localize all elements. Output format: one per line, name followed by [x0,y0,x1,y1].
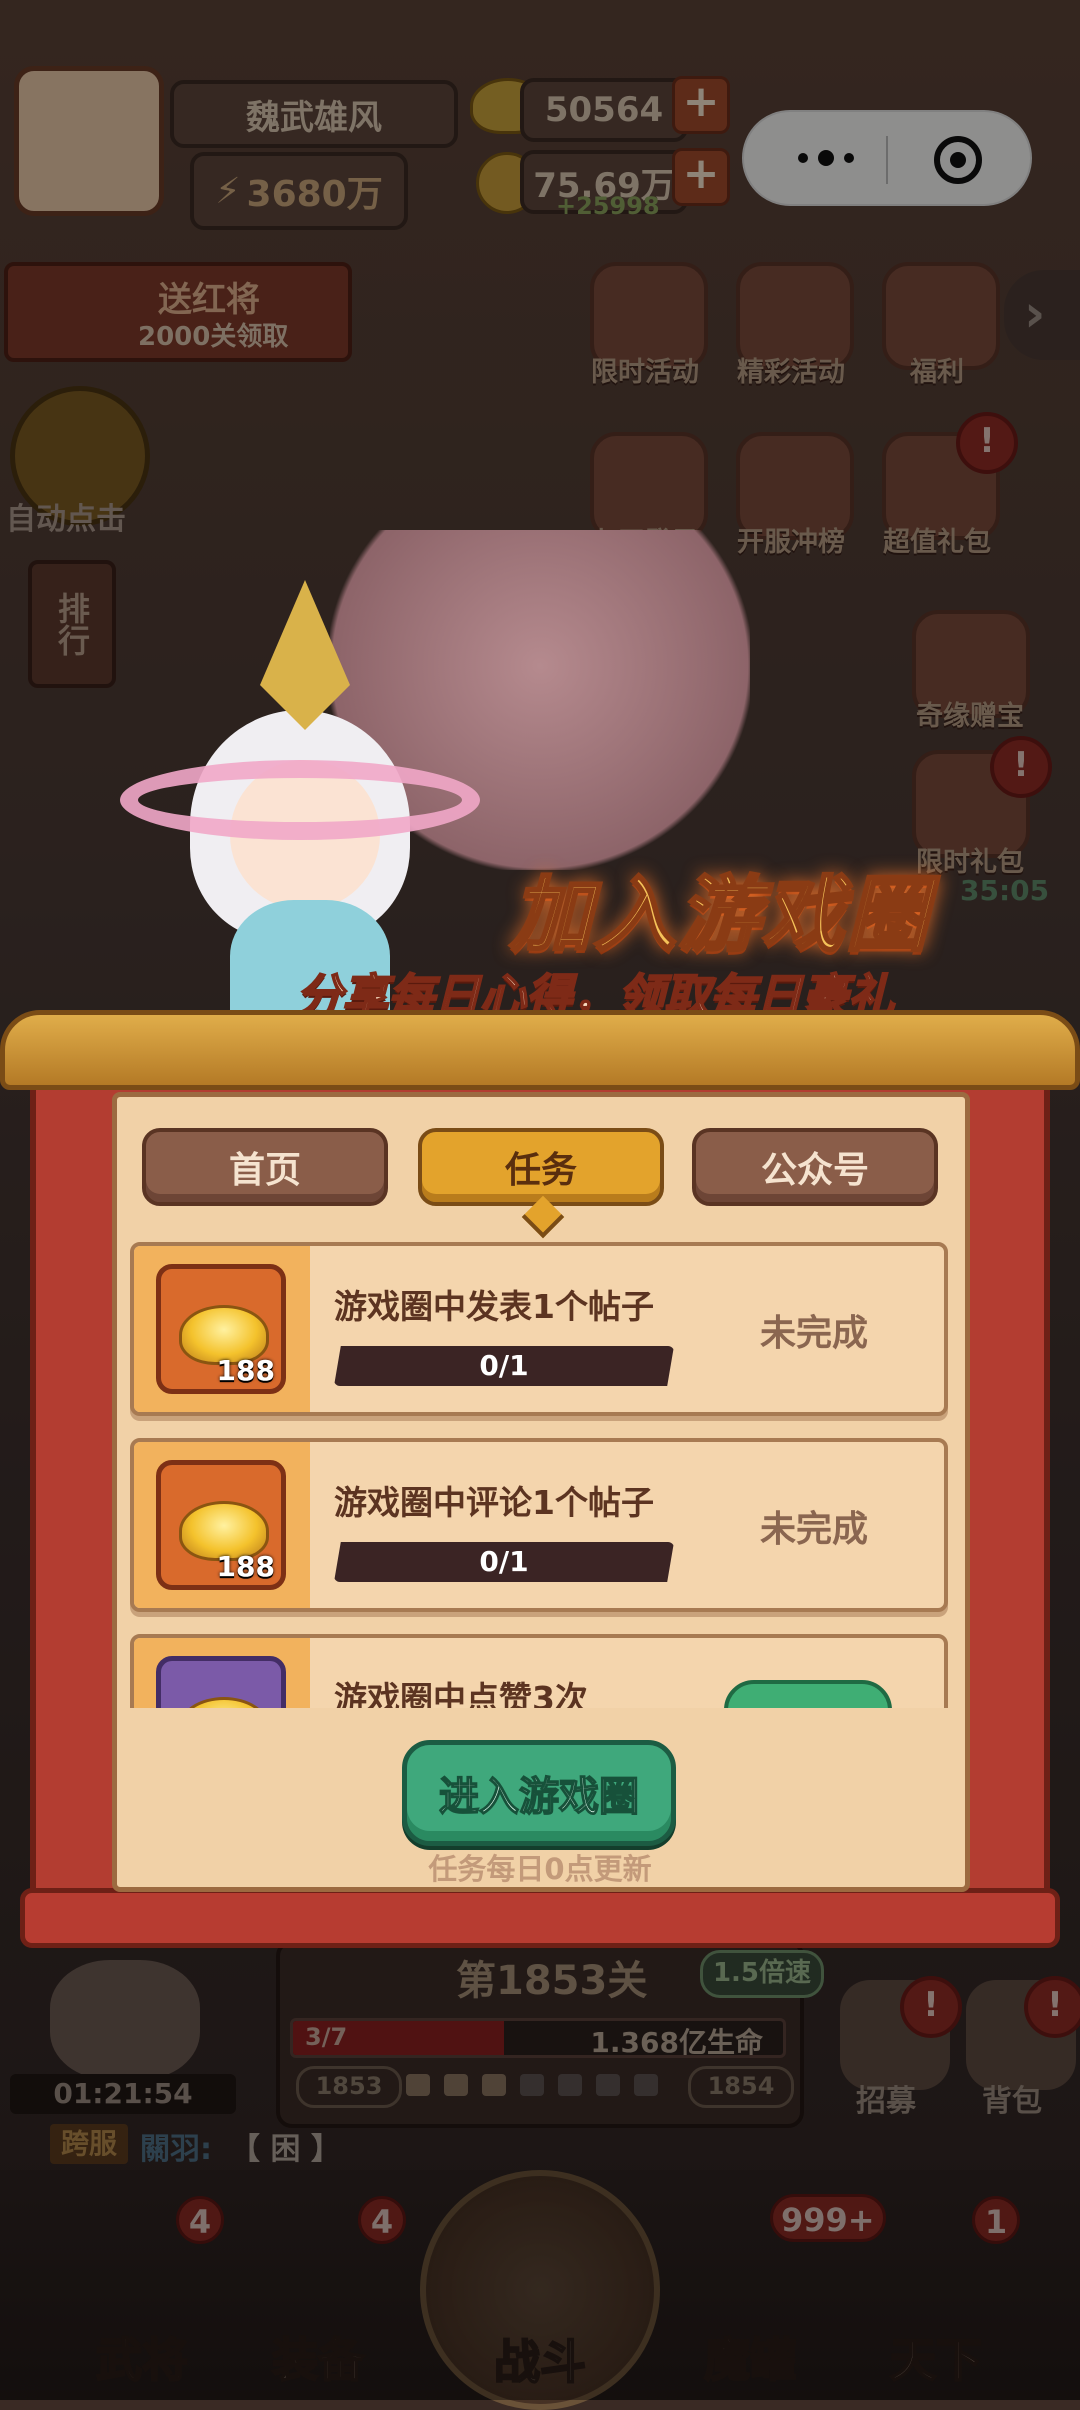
task-icon-box: 188 [134,1246,310,1412]
popup-frame-base [20,1888,1060,1948]
tab-home[interactable]: 首页 [142,1128,388,1206]
task-progress-text: 0/1 [479,1545,529,1578]
ingot-reward-icon: 188 [156,1264,286,1394]
task-row: 188 游戏圈中发表1个帖子 0/1 未完成 [130,1242,948,1416]
task-list[interactable]: 188 游戏圈中发表1个帖子 0/1 未完成 188 游戏圈中评论1个帖子 0/… [130,1240,950,1708]
reward-count: 188 [216,1550,275,1583]
ingot-icon [179,1697,269,1708]
task-row: 188 游戏圈中评论1个帖子 0/1 未完成 [130,1438,948,1612]
ingot-reward-icon: 188 [156,1460,286,1590]
reward-count: 188 [216,1354,275,1387]
task-title: 游戏圈中点赞3次 [334,1679,588,1708]
task-status: 未完成 [759,1313,868,1354]
task-title: 游戏圈中评论1个帖子 [334,1483,654,1522]
ingot-reward-icon [156,1656,286,1708]
task-progress-text: 0/1 [479,1349,529,1382]
task-icon-box [134,1638,310,1708]
tab-official-account[interactable]: 公众号 [692,1128,938,1206]
task-progress-bar: 0/1 [334,1346,674,1386]
claim-reward-button[interactable] [724,1680,892,1708]
popup-title: 加入游戏圈 [509,867,930,965]
task-icon-box: 188 [134,1442,310,1608]
tab-tasks[interactable]: 任务 [418,1128,664,1206]
refresh-note: 任务每日0点更新 [428,1852,652,1886]
task-title: 游戏圈中发表1个帖子 [334,1287,654,1326]
popup-frame-top [0,1010,1080,1090]
task-progress-bar: 0/1 [334,1542,674,1582]
task-status: 未完成 [759,1509,868,1550]
task-row: 游戏圈中点赞3次 [130,1634,948,1708]
enter-game-circle-button[interactable]: 进入游戏圈 [402,1740,676,1846]
